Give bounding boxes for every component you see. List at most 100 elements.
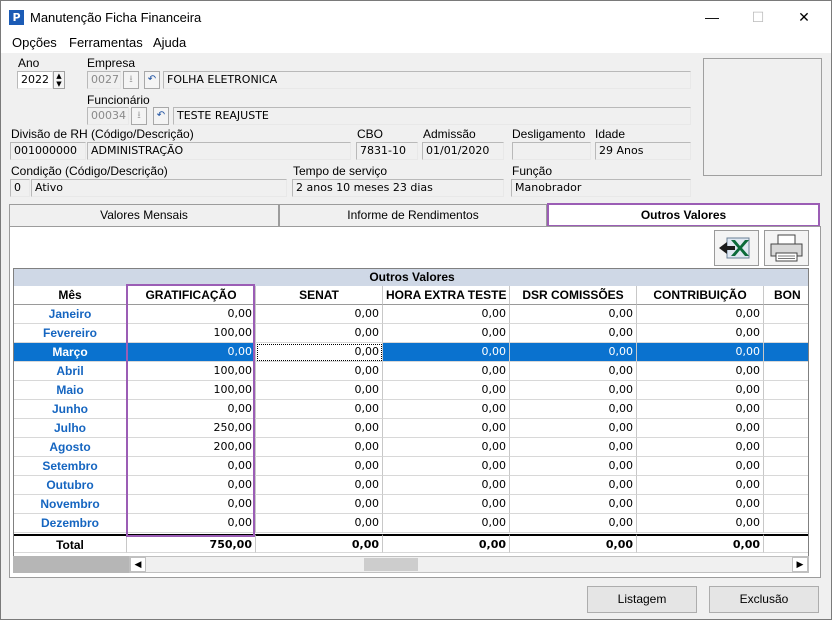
tab-informe-rendimentos[interactable]: Informe de Rendimentos [279,204,547,226]
value-cell[interactable]: 0,00 [383,343,510,362]
value-cell[interactable]: 0,00 [510,419,637,438]
download-icon[interactable]: ⭳ [123,71,139,89]
value-cell[interactable]: 0,00 [510,476,637,495]
menu-opcoes[interactable]: Opções [12,35,57,50]
value-cell[interactable]: 0,00 [127,514,256,533]
value-cell[interactable]: 0,00 [637,495,764,514]
table-row[interactable]: Maio 100,00 0,00 0,00 0,00 0,00 [14,381,808,400]
value-cell[interactable]: 0,00 [637,514,764,533]
value-cell[interactable]: 0,00 [637,438,764,457]
header-contribuicao[interactable]: CONTRIBUIÇÃO [637,286,764,305]
value-cell[interactable]: 0,00 [256,514,383,533]
value-cell[interactable]: 0,00 [383,457,510,476]
header-gratificacao[interactable]: GRATIFICAÇÃO [127,286,256,305]
overflow-cell[interactable] [764,343,808,362]
value-cell[interactable]: 0,00 [637,419,764,438]
value-cell[interactable]: 0,00 [383,476,510,495]
value-cell[interactable]: 0,00 [256,324,383,343]
value-cell[interactable]: 0,00 [383,305,510,324]
value-cell[interactable]: 0,00 [637,324,764,343]
value-cell[interactable]: 0,00 [383,495,510,514]
header-bon[interactable]: BON [764,286,808,305]
scroll-thumb[interactable] [364,558,418,571]
value-cell[interactable]: 0,00 [256,381,383,400]
overflow-cell[interactable] [764,362,808,381]
value-cell[interactable]: 0,00 [256,438,383,457]
header-dsr-comissoes[interactable]: DSR COMISSÕES [510,286,637,305]
table-row[interactable]: Fevereiro 100,00 0,00 0,00 0,00 0,00 [14,324,808,343]
value-cell[interactable]: 0,00 [510,381,637,400]
menu-ajuda[interactable]: Ajuda [153,35,186,50]
listagem-button[interactable]: Listagem [587,586,697,613]
value-cell[interactable]: 0,00 [510,305,637,324]
table-row[interactable]: Setembro 0,00 0,00 0,00 0,00 0,00 [14,457,808,476]
table-row[interactable]: Março 0,00 0,00 0,00 0,00 0,00 [14,343,808,362]
funcionario-code-field[interactable]: 00034 [87,107,129,125]
value-cell[interactable]: 0,00 [510,495,637,514]
export-excel-button[interactable] [714,230,759,266]
value-cell[interactable]: 0,00 [383,419,510,438]
menu-ferramentas[interactable]: Ferramentas [69,35,143,50]
undo-icon[interactable]: ↶ [153,107,169,125]
value-cell[interactable]: 250,00 [127,419,256,438]
overflow-cell[interactable] [764,419,808,438]
value-cell[interactable]: 0,00 [383,514,510,533]
value-cell[interactable]: 0,00 [637,476,764,495]
table-row[interactable]: Agosto 200,00 0,00 0,00 0,00 0,00 [14,438,808,457]
empresa-code-field[interactable]: 0027 [87,71,121,89]
value-cell[interactable]: 0,00 [637,381,764,400]
value-cell[interactable]: 0,00 [256,457,383,476]
minimize-button[interactable]: — [689,1,735,33]
value-cell[interactable]: 0,00 [383,362,510,381]
overflow-cell[interactable] [764,514,808,533]
value-cell[interactable]: 0,00 [127,305,256,324]
table-row[interactable]: Abril 100,00 0,00 0,00 0,00 0,00 [14,362,808,381]
scroll-right-icon[interactable]: ▶ [792,557,808,572]
value-cell[interactable]: 0,00 [637,362,764,381]
value-cell[interactable]: 0,00 [510,514,637,533]
maximize-button[interactable]: ☐ [735,1,781,33]
undo-icon[interactable]: ↶ [144,71,160,89]
value-cell[interactable]: 100,00 [127,362,256,381]
value-cell[interactable]: 0,00 [637,343,764,362]
value-cell[interactable]: 0,00 [256,495,383,514]
ano-input[interactable]: 2022 [17,71,53,89]
download-icon[interactable]: ⭳ [131,107,147,125]
value-cell[interactable]: 0,00 [256,305,383,324]
close-button[interactable]: ✕ [781,1,827,33]
value-cell[interactable]: 0,00 [510,400,637,419]
value-cell[interactable]: 0,00 [383,324,510,343]
table-row[interactable]: Julho 250,00 0,00 0,00 0,00 0,00 [14,419,808,438]
value-cell[interactable]: 0,00 [127,400,256,419]
header-senat[interactable]: SENAT [256,286,383,305]
value-cell[interactable]: 0,00 [256,476,383,495]
overflow-cell[interactable] [764,476,808,495]
tab-valores-mensais[interactable]: Valores Mensais [9,204,279,226]
value-cell[interactable]: 0,00 [510,324,637,343]
value-cell[interactable]: 0,00 [510,438,637,457]
exclusao-button[interactable]: Exclusão [709,586,819,613]
value-cell[interactable]: 0,00 [256,343,383,362]
overflow-cell[interactable] [764,400,808,419]
value-cell[interactable]: 0,00 [637,457,764,476]
value-cell[interactable]: 100,00 [127,381,256,400]
overflow-cell[interactable] [764,457,808,476]
value-cell[interactable]: 0,00 [510,362,637,381]
value-cell[interactable]: 0,00 [256,400,383,419]
value-cell[interactable]: 0,00 [383,438,510,457]
value-cell[interactable]: 0,00 [510,343,637,362]
header-hora-extra[interactable]: HORA EXTRA TESTE [383,286,510,305]
overflow-cell[interactable] [764,324,808,343]
value-cell[interactable]: 200,00 [127,438,256,457]
value-cell[interactable]: 0,00 [637,305,764,324]
value-cell[interactable]: 0,00 [383,381,510,400]
header-mes[interactable]: Mês [14,286,127,305]
value-cell[interactable]: 0,00 [256,362,383,381]
value-cell[interactable]: 0,00 [127,476,256,495]
value-cell[interactable]: 0,00 [510,457,637,476]
value-cell[interactable]: 0,00 [383,400,510,419]
table-row[interactable]: Dezembro 0,00 0,00 0,00 0,00 0,00 [14,514,808,533]
table-row[interactable]: Novembro 0,00 0,00 0,00 0,00 0,00 [14,495,808,514]
value-cell[interactable]: 0,00 [256,419,383,438]
overflow-cell[interactable] [764,381,808,400]
